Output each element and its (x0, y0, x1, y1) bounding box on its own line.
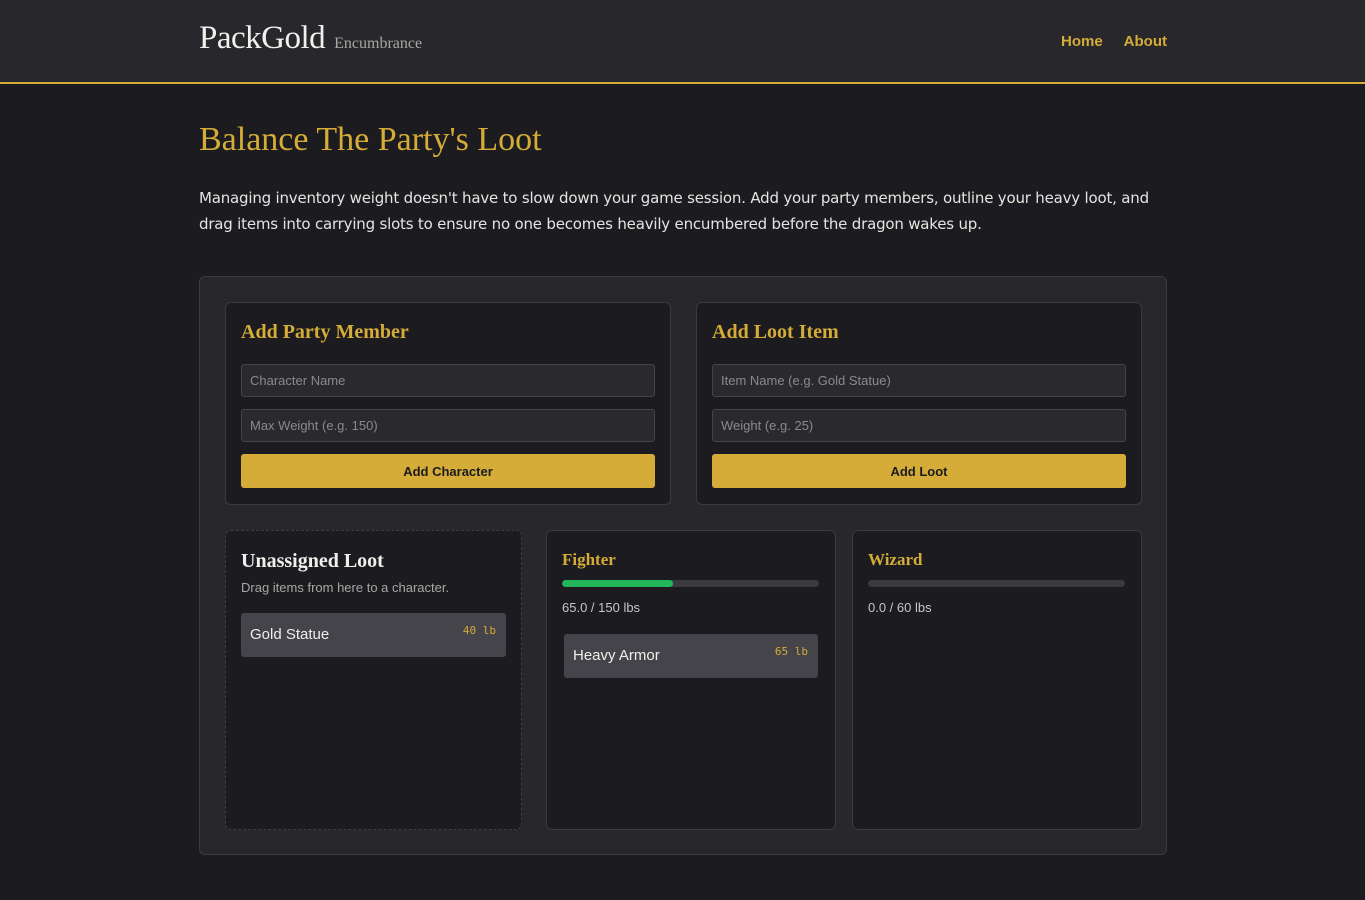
add-loot-item-card: Add Loot Item Add Loot (696, 302, 1142, 505)
add-party-member-card: Add Party Member Add Character (225, 302, 671, 505)
unassigned-loot-dropzone[interactable]: Unassigned Loot Drag items from here to … (225, 530, 522, 830)
encumbrance-bar (562, 580, 819, 587)
add-party-member-title: Add Party Member (241, 321, 409, 343)
page-description: Managing inventory weight doesn't have t… (199, 189, 1149, 233)
page-title: Balance The Party's Loot (199, 121, 542, 158)
loot-item-name: Gold Statue (250, 626, 330, 643)
brand-tagline: Encumbrance (334, 35, 423, 52)
unassigned-loot-title: Unassigned Loot (241, 550, 384, 572)
character-weight-text: 0.0 / 60 lbs (868, 600, 932, 615)
loot-manager-panel: Add Party Member Add Character Add Loot … (199, 276, 1167, 855)
character-card-wizard[interactable]: Wizard 0.0 / 60 lbs (852, 530, 1142, 830)
item-name-input[interactable] (712, 364, 1126, 397)
character-card-fighter[interactable]: Fighter 65.0 / 150 lbs Heavy Armor 65 lb (546, 530, 836, 830)
max-weight-input[interactable] (241, 409, 655, 442)
item-weight-input[interactable] (712, 409, 1126, 442)
add-loot-button[interactable]: Add Loot (712, 454, 1126, 488)
character-weight-text: 65.0 / 150 lbs (562, 600, 641, 615)
character-name: Fighter (562, 550, 616, 569)
loot-item-weight: 65 lb (774, 645, 808, 658)
encumbrance-bar (868, 580, 1125, 587)
encumbrance-bar-fill (562, 580, 674, 587)
brand[interactable]: PackGold Encumbrance (199, 20, 422, 57)
unassigned-loot-hint: Drag items from here to a character. (241, 580, 450, 595)
add-character-button[interactable]: Add Character (241, 454, 655, 488)
character-name-input[interactable] (241, 364, 655, 397)
top-navbar: PackGold Encumbrance Home About (0, 0, 1365, 84)
loot-item-name: Heavy Armor (573, 647, 660, 664)
main-nav: Home About (1061, 33, 1167, 50)
brand-name: PackGold (199, 20, 326, 56)
nav-link-about[interactable]: About (1124, 33, 1167, 50)
loot-item-card[interactable]: Heavy Armor 65 lb (564, 634, 818, 678)
add-loot-item-title: Add Loot Item (712, 321, 839, 343)
character-name: Wizard (868, 550, 923, 569)
nav-link-home[interactable]: Home (1061, 33, 1103, 50)
loot-item-weight: 40 lb (462, 624, 496, 637)
loot-item-card[interactable]: Gold Statue 40 lb (241, 613, 506, 657)
